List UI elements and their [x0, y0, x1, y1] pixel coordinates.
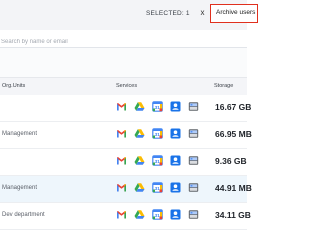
table-row[interactable]: 31 16.67 GB — [0, 95, 251, 122]
org-unit-cell: Dev department — [2, 212, 45, 218]
google-contacts-icon[interactable] — [170, 155, 181, 166]
archive-users-button[interactable]: Archive users — [210, 4, 258, 23]
toolbar-spacer — [0, 48, 247, 77]
gmail-icon[interactable] — [116, 128, 127, 139]
google-shared-drives-icon[interactable] — [188, 155, 199, 166]
table-row[interactable]: Dev department 31 34.11 GB — [0, 203, 251, 230]
storage-cell: 9.36 GB — [215, 156, 247, 166]
google-drive-icon[interactable] — [134, 101, 145, 112]
google-drive-icon[interactable] — [134, 155, 145, 166]
table-row[interactable]: 31 9.36 GB — [0, 149, 247, 176]
selection-toolbar: SELECTED: 1 x Archive users — [0, 0, 258, 31]
google-calendar-icon[interactable]: 31 — [152, 128, 163, 139]
svg-text:31: 31 — [155, 105, 161, 110]
svg-text:31: 31 — [155, 213, 161, 218]
org-unit-cell: Management — [2, 131, 38, 137]
google-calendar-icon[interactable]: 31 — [152, 155, 163, 166]
google-contacts-icon[interactable] — [170, 101, 181, 112]
storage-cell: 44.91 MB — [215, 183, 252, 193]
google-contacts-icon[interactable] — [170, 128, 181, 139]
google-contacts-icon[interactable] — [170, 182, 181, 193]
selected-count: SELECTED: 1 — [146, 10, 190, 17]
google-shared-drives-icon[interactable] — [188, 101, 199, 112]
storage-cell: 34.11 GB — [215, 210, 251, 220]
gmail-icon[interactable] — [116, 182, 127, 193]
gmail-icon[interactable] — [116, 155, 127, 166]
svg-text:31: 31 — [155, 159, 161, 164]
google-drive-icon[interactable] — [134, 182, 145, 193]
table-header: Org.Units Services Storage — [0, 77, 247, 96]
google-shared-drives-icon[interactable] — [188, 209, 199, 220]
google-drive-icon[interactable] — [134, 209, 145, 220]
gmail-icon[interactable] — [116, 209, 127, 220]
svg-text:31: 31 — [155, 132, 161, 137]
google-calendar-icon[interactable]: 31 — [152, 209, 163, 220]
gmail-icon[interactable] — [116, 101, 127, 112]
search-bar — [0, 30, 247, 50]
google-calendar-icon[interactable]: 31 — [152, 101, 163, 112]
column-header-services[interactable]: Services — [116, 83, 137, 89]
google-shared-drives-icon[interactable] — [188, 182, 199, 193]
clear-selection-icon[interactable]: x — [198, 8, 207, 18]
google-calendar-icon[interactable]: 31 — [152, 182, 163, 193]
org-unit-cell: Management — [2, 185, 38, 191]
google-shared-drives-icon[interactable] — [188, 128, 199, 139]
column-header-org-units[interactable]: Org.Units — [2, 83, 25, 89]
storage-cell: 16.67 GB — [215, 102, 252, 112]
google-contacts-icon[interactable] — [170, 209, 181, 220]
column-header-storage[interactable]: Storage — [214, 83, 233, 89]
svg-text:31: 31 — [155, 186, 161, 191]
table-row[interactable]: Management 31 66.95 MB — [0, 122, 252, 149]
google-drive-icon[interactable] — [134, 128, 145, 139]
storage-cell: 66.95 MB — [215, 129, 252, 139]
table-row[interactable]: Management 31 44.91 MB — [0, 176, 252, 203]
